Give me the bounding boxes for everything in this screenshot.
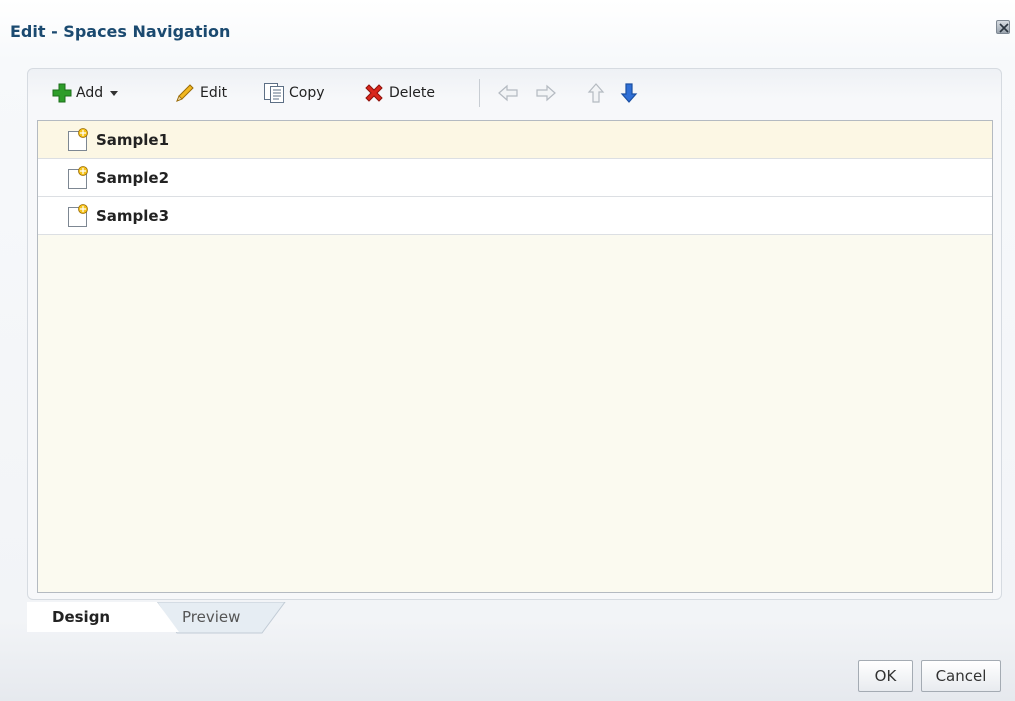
- tree-item-sample3[interactable]: Sample3: [38, 197, 992, 235]
- tree-item-sample1[interactable]: Sample1: [38, 121, 992, 159]
- toolbar: Add Edit Copy Delete: [28, 69, 1001, 119]
- tree-item-sample2[interactable]: Sample2: [38, 159, 992, 197]
- move-right-button[interactable]: [535, 82, 557, 104]
- copy-icon: [264, 83, 284, 103]
- chevron-down-icon: [110, 91, 119, 96]
- delete-label: Delete: [389, 85, 435, 101]
- page-icon: [66, 203, 90, 228]
- copy-label: Copy: [289, 85, 325, 101]
- move-up-button[interactable]: [585, 82, 607, 104]
- tab-design[interactable]: Design: [27, 602, 157, 632]
- ok-button[interactable]: OK: [858, 660, 913, 692]
- plus-icon: [52, 83, 72, 103]
- add-label: Add: [76, 85, 104, 101]
- edit-button[interactable]: Edit: [174, 82, 227, 104]
- delete-icon: [365, 84, 383, 102]
- page-icon: [66, 165, 90, 190]
- move-down-button[interactable]: [618, 82, 640, 104]
- edit-label: Edit: [200, 85, 228, 101]
- add-button[interactable]: Add: [52, 82, 119, 104]
- cancel-button[interactable]: Cancel: [921, 660, 1001, 692]
- arrow-down-icon: [620, 83, 638, 103]
- copy-button[interactable]: Copy: [263, 82, 325, 104]
- arrow-right-icon: [536, 84, 556, 102]
- move-left-button[interactable]: [497, 82, 519, 104]
- navigation-tree[interactable]: Sample1 Sample2 Sample3: [37, 120, 993, 593]
- tree-item-label: Sample1: [96, 130, 170, 149]
- close-button[interactable]: [996, 20, 1010, 34]
- tree-item-label: Sample2: [96, 168, 170, 187]
- close-icon: [999, 23, 1009, 33]
- page-icon: [66, 127, 90, 152]
- tab-preview[interactable]: Preview: [157, 602, 282, 632]
- delete-button[interactable]: Delete: [363, 82, 435, 104]
- dialog-title: Edit - Spaces Navigation: [10, 22, 231, 41]
- pencil-icon: [176, 84, 194, 102]
- arrow-left-icon: [498, 84, 518, 102]
- navigation-panel: Add Edit Copy Delete Sample1 Sample2 Sam…: [27, 68, 1002, 600]
- tree-item-label: Sample3: [96, 206, 170, 225]
- view-tabs: Design Preview: [27, 602, 327, 634]
- toolbar-separator: [479, 79, 480, 107]
- arrow-up-icon: [587, 83, 605, 103]
